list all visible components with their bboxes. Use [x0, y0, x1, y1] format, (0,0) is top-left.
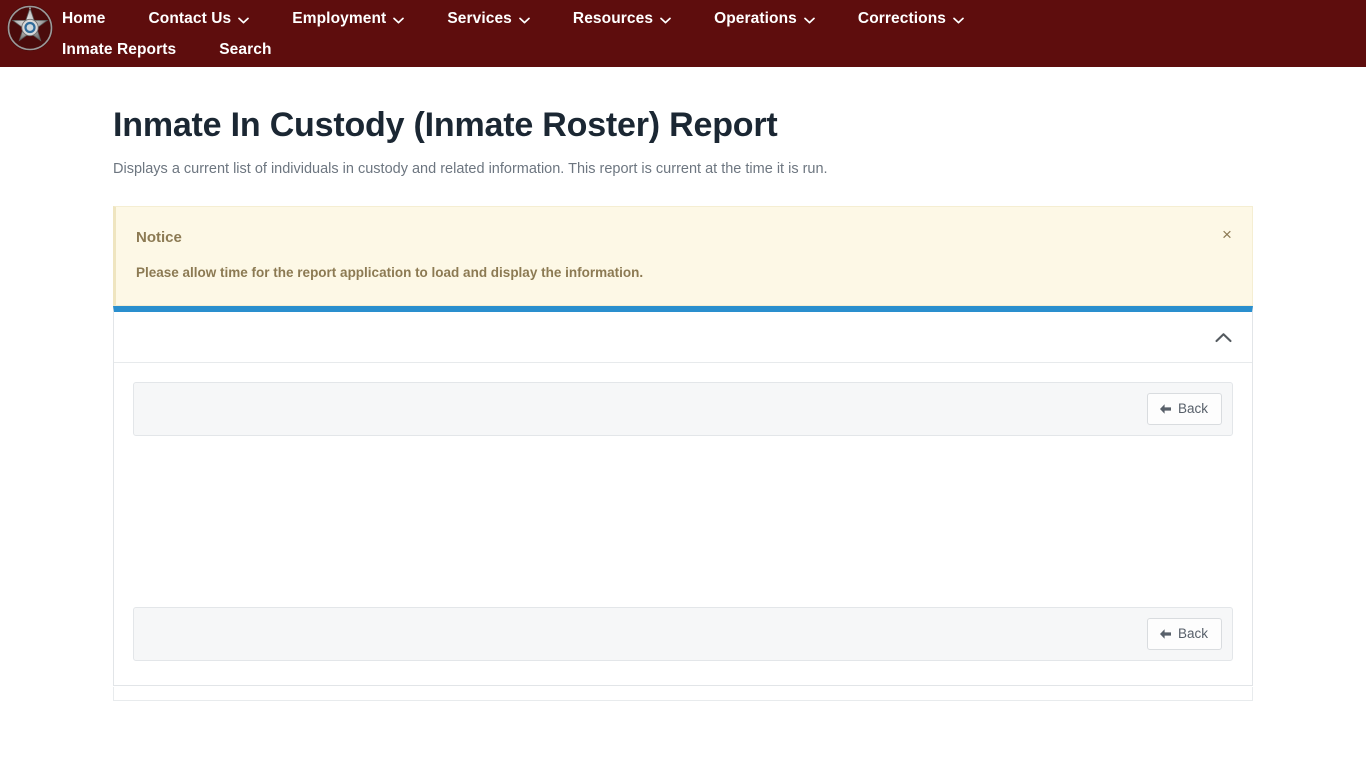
chevron-down-icon: [519, 17, 530, 24]
nav-item-employment[interactable]: Employment: [292, 10, 405, 28]
nav-item-label: Corrections: [857, 10, 946, 28]
chevron-down-icon: [393, 17, 405, 24]
navbar-row-primary: Home Contact Us Employment Services Reso…: [62, 0, 1366, 33]
notice-title: Notice: [136, 229, 182, 247]
chevron-down-icon: [804, 17, 815, 24]
back-button-top[interactable]: Back: [1146, 393, 1222, 426]
nav-item-label: Search: [219, 40, 272, 58]
navbar-row-secondary: Inmate Reports Search: [62, 33, 1366, 66]
arrow-left-icon: [1159, 403, 1172, 415]
chevron-down-icon: [238, 17, 250, 24]
nav-item-label: Services: [447, 10, 512, 28]
arrow-left-icon: [1159, 628, 1172, 640]
back-button-bottom[interactable]: Back: [1146, 618, 1222, 651]
nav-item-resources[interactable]: Resources: [573, 11, 671, 27]
nav-item-home[interactable]: Home: [62, 11, 105, 27]
navbar-menu: Home Contact Us Employment Services Reso…: [62, 0, 1366, 66]
notice-message: Please allow time for the report applica…: [136, 265, 644, 281]
report-card-header: [114, 312, 1252, 364]
main-navbar: Home Contact Us Employment Services Reso…: [0, 0, 1366, 67]
nav-item-label: Home: [62, 10, 106, 28]
chevron-down-icon: [953, 17, 964, 24]
nav-item-label: Employment: [292, 10, 387, 28]
chevron-up-icon[interactable]: [1210, 324, 1236, 350]
nav-item-label: Operations: [714, 10, 797, 28]
nav-item-operations[interactable]: Operations: [714, 11, 815, 27]
nav-item-inmate-reports[interactable]: Inmate Reports: [62, 42, 176, 58]
page-body: Inmate In Custody (Inmate Roster) Report…: [0, 67, 1366, 702]
nav-item-label: Resources: [572, 10, 654, 28]
back-button-label: Back: [1177, 401, 1208, 417]
page-subtitle: Displays a current list of individuals i…: [113, 160, 828, 177]
report-viewport: [133, 436, 1233, 608]
content-container: Inmate In Custody (Inmate Roster) Report…: [113, 67, 1253, 687]
page-title: Inmate In Custody (Inmate Roster) Report: [113, 106, 778, 144]
close-icon[interactable]: ×: [1216, 223, 1238, 245]
nav-item-services[interactable]: Services: [447, 11, 530, 27]
nav-item-corrections[interactable]: Corrections: [858, 11, 964, 27]
nav-item-contact-us[interactable]: Contact Us: [148, 10, 250, 28]
notice-alert: Notice Please allow time for the report …: [113, 206, 1253, 307]
report-toolbar-top: Back: [133, 382, 1233, 437]
report-card-body: Back Back: [114, 363, 1252, 685]
nav-item-label: Inmate Reports: [62, 40, 177, 58]
back-button-label: Back: [1177, 626, 1208, 642]
chevron-down-icon: [660, 17, 671, 24]
page-footer-strip: [113, 687, 1253, 702]
report-card: Back Back: [113, 306, 1253, 687]
nav-item-search[interactable]: Search: [219, 42, 271, 58]
report-toolbar-bottom: Back: [133, 607, 1233, 662]
sheriff-badge-logo-icon[interactable]: [6, 4, 54, 52]
nav-item-label: Contact Us: [148, 10, 232, 28]
